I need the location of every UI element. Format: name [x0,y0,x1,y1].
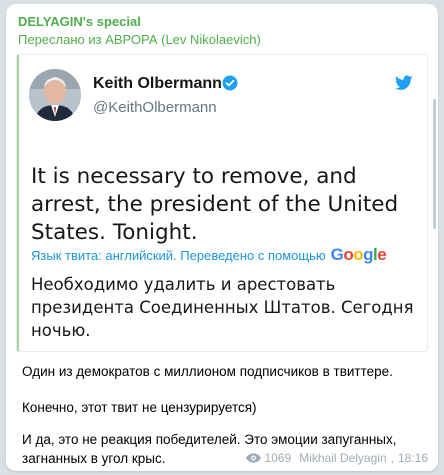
verified-badge-icon [222,75,238,91]
forwarded-from[interactable]: Переслано из АВРОРА (Lev Nikolaevich) [18,32,261,47]
twitter-bird-icon[interactable] [395,75,413,91]
author-signature: Mikhail Delyagin [299,451,387,465]
message-bubble: DELYAGIN's special Переслано из АВРОРА (… [6,4,438,471]
avatar-image [29,69,81,121]
translated-text: Необходимо удалить и арестовать президен… [31,275,414,340]
message-meta: 1069 Mikhail Delyagin, 18:16 [245,451,428,465]
message-time: 18:16 [397,451,428,465]
tweet-card[interactable]: Keith Olbermann @KeithOlbermann It is ne… [16,54,428,352]
translation-attribution[interactable]: Язык твита: английский. Переведено с пом… [31,245,423,265]
handle[interactable]: @KeithOlbermann [93,99,217,116]
message-paragraph: Один из демократов с миллионом подписчик… [22,364,393,379]
quote-accent-bar [17,55,19,351]
channel-name[interactable]: DELYAGIN's special [18,14,141,29]
view-count: 1069 [264,451,292,465]
tweet-text: It is necessary to remove, and arrest, t… [31,164,399,245]
google-logo: Google [330,245,387,264]
author-name[interactable]: Keith Olbermann [93,75,222,93]
scrollbar[interactable] [433,99,436,229]
avatar[interactable] [29,69,81,121]
translate-label: Язык твита: английский. Переведено с пом… [31,248,326,263]
message-paragraph: Конечно, этот твит не цензурируется) [22,400,257,415]
eye-icon [245,453,261,463]
